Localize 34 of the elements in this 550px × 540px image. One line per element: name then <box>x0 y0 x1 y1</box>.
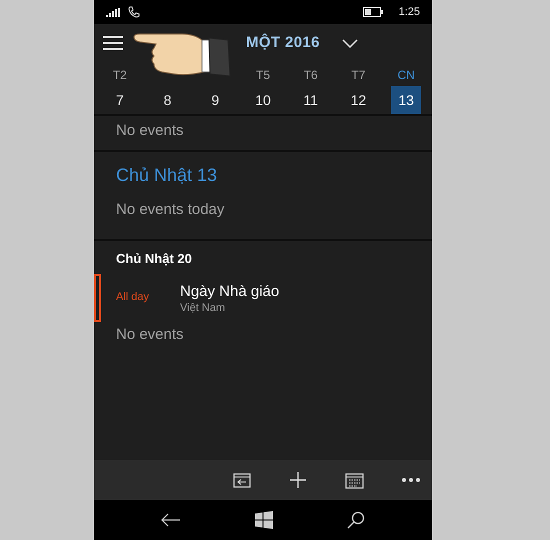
weekday-label: CN <box>397 67 415 84</box>
day-heading: Chủ Nhật 20 <box>116 250 193 268</box>
calendar-back-icon[interactable] <box>233 472 251 488</box>
weekday-label: T6 <box>304 67 318 84</box>
event-subtitle: Việt Nam <box>180 302 226 314</box>
date-cell[interactable]: 9 <box>200 86 230 114</box>
menu-icon[interactable] <box>103 36 123 50</box>
date-cell[interactable]: 12 <box>343 86 374 114</box>
date-cell[interactable]: 11 <box>296 86 326 114</box>
weekday-label: T2 <box>112 67 127 84</box>
weekday-label: T5 <box>256 67 270 84</box>
month-title[interactable]: MỘT 2016 <box>246 32 320 54</box>
calendar-icon[interactable] <box>345 472 364 488</box>
signal-icon <box>106 8 120 16</box>
chevron-down-icon[interactable] <box>342 38 358 48</box>
date-cell[interactable]: 7 <box>104 86 135 114</box>
no-events-text: No events <box>116 121 185 141</box>
battery-icon <box>362 7 383 17</box>
add-icon[interactable] <box>289 471 307 489</box>
day-heading: Chủ Nhật 13 <box>116 164 218 187</box>
date-cell[interactable]: 8 <box>152 86 183 114</box>
windows-icon[interactable] <box>255 511 273 529</box>
no-events-text: No events today <box>116 200 226 220</box>
search-icon[interactable] <box>347 511 365 529</box>
clock-time: 1:25 <box>398 4 420 20</box>
phone-icon <box>128 6 140 18</box>
more-icon[interactable] <box>402 478 420 482</box>
back-icon[interactable] <box>161 513 181 527</box>
weekday-label: T7 <box>351 67 366 84</box>
date-cell[interactable]: 10 <box>248 86 278 114</box>
event-title: Ngày Nhà giáo <box>180 282 280 302</box>
no-events-text: No events <box>116 324 185 344</box>
date-cell[interactable]: 13 <box>391 86 422 114</box>
event-time: All day <box>116 290 150 306</box>
